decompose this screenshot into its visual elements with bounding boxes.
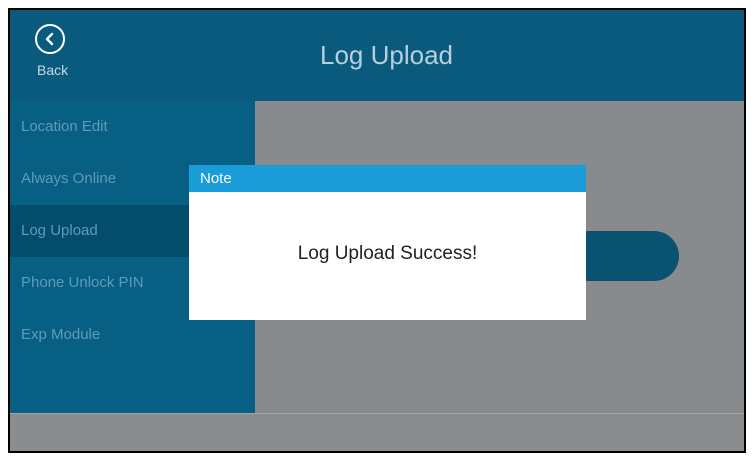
header-bar: Back Log Upload [10,10,744,101]
back-icon[interactable] [35,24,65,54]
back-label: Back [37,62,69,78]
sidebar-item-location-edit[interactable]: Location Edit [10,101,255,153]
page-title: Log Upload [320,40,453,70]
dialog-titlebar: Note [189,165,586,192]
note-dialog: Note Log Upload Success! [189,165,586,320]
back-button[interactable]: Back [26,20,86,98]
footer-bar [10,413,744,451]
dialog-message: Log Upload Success! [297,243,478,264]
phone-screen: Back Log Upload Location Edit Always Onl… [8,8,746,453]
dialog-title: Note [200,170,232,187]
